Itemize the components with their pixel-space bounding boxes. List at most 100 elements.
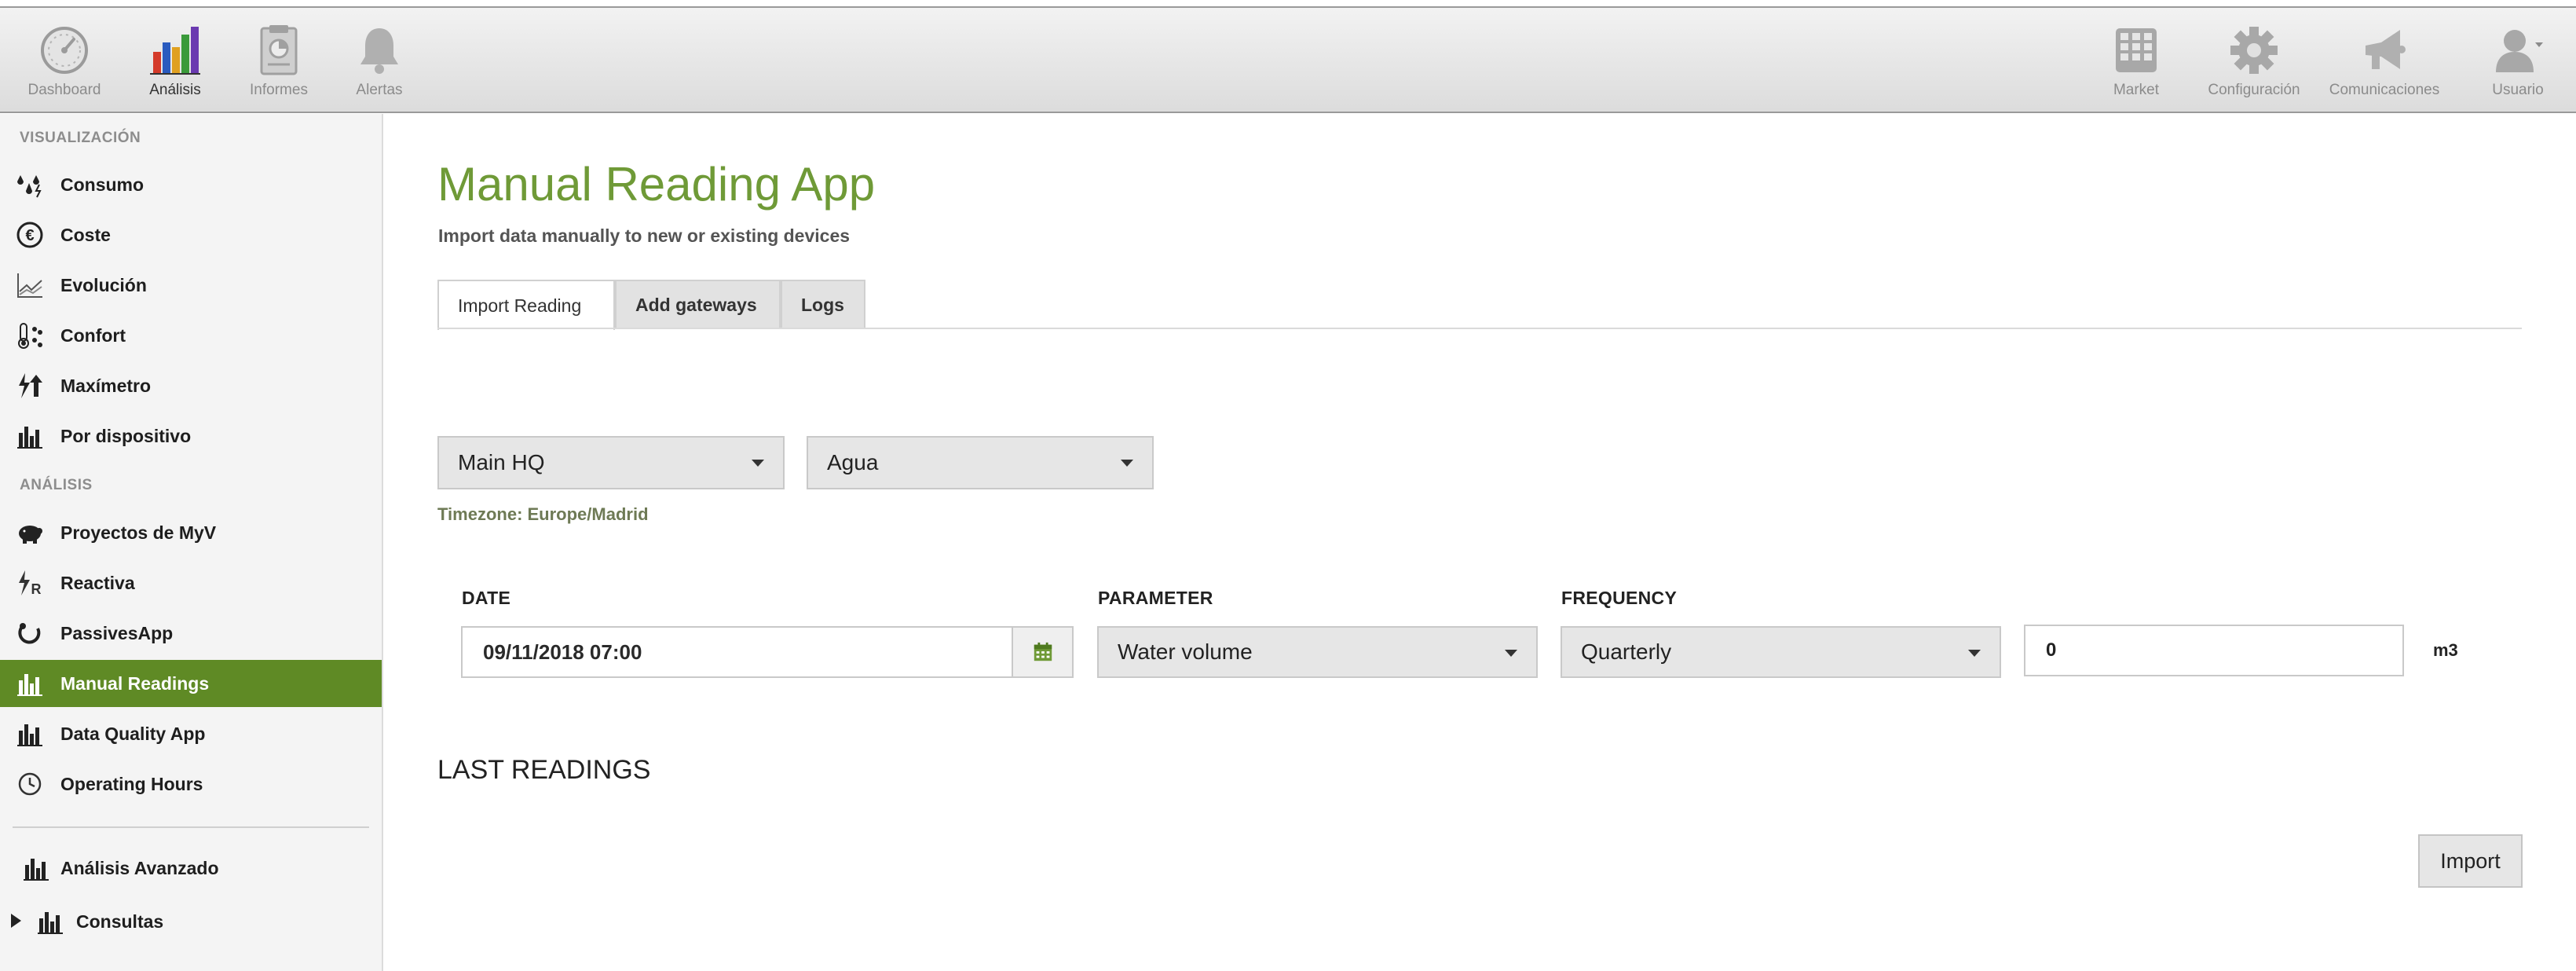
page-title: Manual Reading App bbox=[437, 158, 876, 211]
sidebar-item-consumo[interactable]: Consumo bbox=[0, 161, 382, 208]
last-readings-title: LAST READINGS bbox=[437, 755, 651, 785]
sidebar-item-confort[interactable]: Confort bbox=[0, 312, 382, 359]
sidebar-item-label: Análisis Avanzado bbox=[60, 857, 219, 878]
sidebar-item-por-dispositivo[interactable]: Por dispositivo bbox=[0, 412, 382, 460]
bolt-r-icon: R bbox=[14, 567, 46, 599]
unit-label: m3 bbox=[2433, 640, 2458, 660]
sidebar-item-analisis-avanzado[interactable]: Análisis Avanzado bbox=[0, 845, 382, 892]
date-input[interactable]: 09/11/2018 07:00 bbox=[461, 626, 1013, 678]
user-icon bbox=[2496, 30, 2543, 72]
parameter-label: PARAMETER bbox=[1098, 588, 1213, 608]
sidebar-item-label: Proyectos de MyV bbox=[60, 522, 217, 543]
nav-analisis[interactable]: Análisis bbox=[120, 24, 230, 110]
sidebar: VISUALIZACIÓN Consumo € Coste Evolución … bbox=[0, 114, 383, 971]
parameter-select[interactable]: Water volume bbox=[1097, 626, 1538, 678]
sidebar-item-maximetro[interactable]: Maxímetro bbox=[0, 362, 382, 409]
line-chart-icon bbox=[14, 269, 46, 301]
sidebar-item-label: Operating Hours bbox=[60, 773, 203, 794]
svg-text:€: € bbox=[25, 227, 34, 244]
sidebar-item-label: Data Quality App bbox=[60, 723, 206, 744]
nav-alertas[interactable]: Alertas bbox=[324, 24, 434, 110]
parameter-select-value: Water volume bbox=[1118, 639, 1253, 664]
sidebar-item-label: Confort bbox=[60, 324, 126, 346]
chevron-down-icon bbox=[1505, 650, 1517, 657]
bolt-arrow-icon bbox=[14, 370, 46, 401]
location-select-value: Main HQ bbox=[458, 450, 545, 475]
speedometer-icon bbox=[41, 27, 88, 74]
sidebar-header-visualizacion: VISUALIZACIÓN bbox=[20, 130, 141, 146]
date-label: DATE bbox=[462, 588, 511, 608]
thermometer-icon bbox=[14, 320, 46, 351]
sidebar-item-label: PassivesApp bbox=[60, 622, 174, 643]
bars-icon bbox=[14, 718, 46, 749]
tabs-divider bbox=[437, 328, 2522, 329]
sidebar-item-label: Evolución bbox=[60, 274, 147, 295]
sidebar-divider bbox=[13, 826, 369, 828]
calendar-icon bbox=[1034, 642, 1052, 661]
nav-market-label: Market bbox=[2113, 82, 2160, 98]
nav-configuracion[interactable]: Configuración bbox=[2199, 24, 2309, 110]
passives-icon bbox=[14, 617, 46, 649]
sidebar-item-coste[interactable]: € Coste bbox=[0, 211, 382, 258]
nav-configuracion-label: Configuración bbox=[2208, 82, 2300, 98]
sidebar-item-evolucion[interactable]: Evolución bbox=[0, 262, 382, 309]
sidebar-header-analisis: ANÁLISIS bbox=[20, 477, 93, 493]
utility-type-select[interactable]: Agua bbox=[807, 436, 1154, 489]
tab-import-reading[interactable]: Import Reading bbox=[437, 280, 615, 330]
bars-icon bbox=[35, 906, 66, 937]
caret-right-icon[interactable] bbox=[11, 914, 21, 928]
megaphone-icon bbox=[2366, 30, 2406, 69]
chevron-down-icon bbox=[1968, 650, 1981, 657]
sidebar-item-proyectos-myv[interactable]: Proyectos de MyV bbox=[0, 509, 382, 556]
chevron-down-icon bbox=[752, 460, 764, 467]
sidebar-item-label: Manual Readings bbox=[60, 672, 210, 694]
sidebar-item-operating-hours[interactable]: Operating Hours bbox=[0, 760, 382, 808]
location-select[interactable]: Main HQ bbox=[437, 436, 785, 489]
nav-alertas-label: Alertas bbox=[356, 82, 403, 98]
bars-icon bbox=[14, 668, 46, 699]
bar-chart-icon bbox=[150, 27, 200, 75]
tab-add-gateways[interactable]: Add gateways bbox=[615, 280, 781, 328]
calendar-button[interactable] bbox=[1012, 626, 1074, 678]
import-button[interactable]: Import bbox=[2418, 834, 2523, 888]
nav-dashboard-label: Dashboard bbox=[27, 82, 101, 98]
frequency-label: FREQUENCY bbox=[1561, 588, 1678, 608]
svg-text:R: R bbox=[31, 581, 42, 597]
nav-informes[interactable]: Informes bbox=[224, 24, 334, 110]
sidebar-item-label: Consultas bbox=[76, 911, 164, 932]
nav-usuario-label: Usuario bbox=[2492, 82, 2544, 98]
sidebar-item-reactiva[interactable]: R Reactiva bbox=[0, 559, 382, 606]
tab-logs[interactable]: Logs bbox=[781, 280, 865, 328]
drops-icon bbox=[14, 169, 46, 200]
nav-dashboard[interactable]: Dashboard bbox=[9, 24, 119, 110]
timezone-label: Timezone: Europe/Madrid bbox=[437, 504, 649, 524]
sidebar-item-passivesapp[interactable]: PassivesApp bbox=[0, 610, 382, 657]
nav-usuario[interactable]: Usuario bbox=[2463, 24, 2573, 110]
nav-market[interactable]: Market bbox=[2081, 24, 2191, 110]
top-navigation-bar: Dashboard Análisis Informes Alertas Mark… bbox=[0, 6, 2576, 113]
bars-icon bbox=[20, 852, 52, 884]
nav-comunicaciones[interactable]: Comunicaciones bbox=[2329, 24, 2439, 110]
bars-icon bbox=[14, 420, 46, 452]
nav-informes-label: Informes bbox=[250, 82, 308, 98]
bell-icon bbox=[360, 28, 398, 74]
utility-type-select-value: Agua bbox=[827, 450, 879, 475]
sidebar-item-data-quality[interactable]: Data Quality App bbox=[0, 710, 382, 757]
sidebar-item-label: Por dispositivo bbox=[60, 425, 192, 446]
clock-icon bbox=[14, 768, 46, 800]
sidebar-item-consultas[interactable]: Consultas bbox=[0, 898, 382, 945]
frequency-select-value: Quarterly bbox=[1581, 639, 1672, 664]
nav-analisis-label: Análisis bbox=[149, 82, 201, 98]
page-subtitle: Import data manually to new or existing … bbox=[438, 225, 851, 246]
nav-comunicaciones-label: Comunicaciones bbox=[2329, 82, 2440, 98]
value-input[interactable]: 0 bbox=[2024, 625, 2404, 676]
chevron-down-icon bbox=[1121, 460, 1133, 467]
frequency-select[interactable]: Quarterly bbox=[1561, 626, 2001, 678]
sidebar-item-label: Consumo bbox=[60, 174, 145, 195]
sidebar-item-label: Reactiva bbox=[60, 572, 135, 593]
grid-icon bbox=[2116, 28, 2157, 72]
sidebar-item-manual-readings[interactable]: Manual Readings bbox=[0, 660, 382, 707]
sidebar-item-label: Maxímetro bbox=[60, 375, 152, 396]
report-icon bbox=[260, 25, 298, 75]
sidebar-item-label: Coste bbox=[60, 224, 111, 245]
